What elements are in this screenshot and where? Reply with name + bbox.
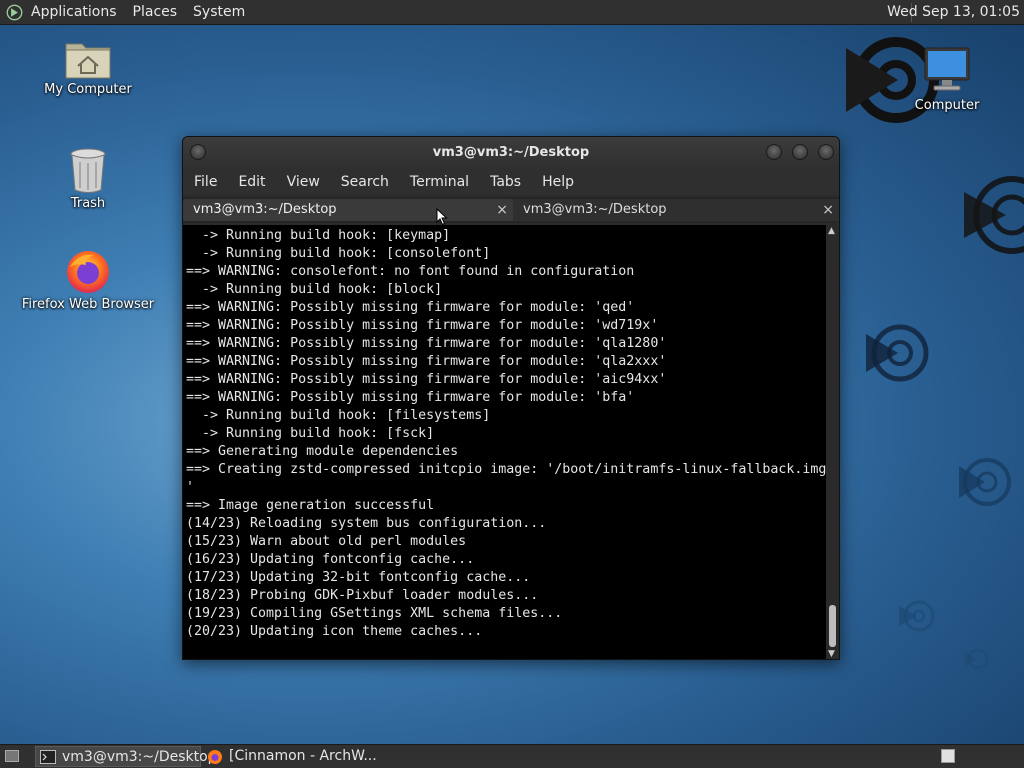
taskbar-item-label: vm3@vm3:~/Desktop [62,749,217,765]
terminal-lines: -> Running build hook: [keymap] -> Runni… [183,225,826,641]
terminal-line: (18/23) Probing GDK-Pixbuf loader module… [186,588,539,603]
terminal-line: -> Running build hook: [fsck] [186,426,435,441]
workspace-switcher[interactable] [941,749,955,763]
taskbar-item-terminal[interactable]: vm3@vm3:~/Desktop [35,746,217,767]
arch-logo-decoration [964,176,1024,254]
desktop-icon-label: Firefox Web Browser [21,297,155,312]
tab-label: vm3@vm3:~/Desktop [193,202,337,217]
terminal-line: ==> WARNING: Possibly missing firmware f… [186,318,659,333]
terminal-line: (14/23) Reloading system bus configurati… [186,516,547,531]
close-button[interactable] [818,144,834,160]
mouse-pointer-icon [436,208,448,226]
terminal-line: -> Running build hook: [filesystems] [186,408,491,423]
desktop-icon-trash[interactable]: Trash [13,146,163,211]
desktop-icon-my-computer[interactable]: My Computer [13,36,163,97]
tab-label: vm3@vm3:~/Desktop [523,202,667,217]
clock[interactable]: Wed Sep 13, 01:05 [887,0,1020,25]
menu-edit[interactable]: Edit [227,174,275,190]
terminal-line: ==> WARNING: Possibly missing firmware f… [186,354,667,369]
tab-bar: vm3@vm3:~/Desktop × vm3@vm3:~/Desktop × [183,197,839,223]
arch-logo-decoration [899,600,935,632]
menu-search[interactable]: Search [330,174,399,190]
terminal-line: ==> WARNING: consolefont: no font found … [186,264,635,279]
terminal-icon [40,750,56,764]
tab-close-icon[interactable]: × [496,199,508,221]
terminal-line: ==> WARNING: Possibly missing firmware f… [186,372,667,387]
system-menu[interactable]: System [185,0,253,25]
menu-file[interactable]: File [183,174,227,190]
arch-logo-decoration [965,648,989,670]
terminal-line: (20/23) Updating icon theme caches... [186,624,483,639]
applications-menu[interactable]: Applications [23,0,125,25]
terminal-line: ==> Image generation successful [186,498,435,513]
desktop-icon-label: My Computer [44,82,132,97]
menu-terminal[interactable]: Terminal [399,174,479,190]
top-panel: Applications Places System Wed Sep 13, 0… [0,0,1024,25]
computer-icon [924,47,970,91]
menu-view[interactable]: View [276,174,330,190]
desktop-icon-label: Trash [70,196,106,211]
terminal-line: (19/23) Compiling GSettings XML schema f… [186,606,563,621]
maximize-button[interactable] [792,144,808,160]
terminal-line: -> Running build hook: [consolefont] [186,246,491,261]
menu-help[interactable]: Help [531,174,584,190]
taskbar-item-label: [Cinnamon - ArchW... [229,748,377,764]
terminal-line: ==> Creating zstd-compressed initcpio im… [186,462,826,477]
tab-terminal-1[interactable]: vm3@vm3:~/Desktop × [183,199,513,221]
desktop-icon-firefox[interactable]: Firefox Web Browser [13,247,163,312]
minimize-button[interactable] [766,144,782,160]
desktop-icon-computer[interactable]: Computer [872,46,1022,113]
terminal-line: -> Running build hook: [block] [186,282,443,297]
window-title: vm3@vm3:~/Desktop [432,145,590,160]
tab-close-icon[interactable]: × [822,199,834,221]
terminal-line: ==> Generating module dependencies [186,444,459,459]
terminal-menubar: File Edit View Search Terminal Tabs Help [183,169,839,195]
scroll-up-arrow-icon[interactable]: ▲ [828,226,835,236]
places-menu[interactable]: Places [125,0,186,25]
trash-icon [70,148,106,193]
arch-logo-decoration [866,324,929,382]
menu-tabs[interactable]: Tabs [479,174,531,190]
terminal-line: (17/23) Updating 32-bit fontconfig cache… [186,570,531,585]
firefox-icon [208,750,222,764]
cinnamon-menu-icon[interactable] [6,4,23,21]
desktop-icon-label: Computer [914,98,980,113]
scroll-thumb[interactable] [829,605,836,647]
scroll-down-arrow-icon[interactable]: ▼ [828,649,835,659]
arch-logo-decoration [959,458,1011,506]
taskbar-item-firefox[interactable]: [Cinnamon - ArchW... [203,746,403,767]
window-titlebar[interactable]: vm3@vm3:~/Desktop [183,137,839,169]
show-desktop-button[interactable] [5,750,19,762]
tab-terminal-2[interactable]: vm3@vm3:~/Desktop × [513,199,839,221]
terminal-window[interactable]: vm3@vm3:~/Desktop File Edit View Search … [182,136,840,660]
terminal-output[interactable]: -> Running build hook: [keymap] -> Runni… [183,225,826,659]
terminal-line: ' [186,480,195,495]
home-folder-icon [65,43,111,79]
terminal-line: ==> WARNING: Possibly missing firmware f… [186,336,667,351]
terminal-line: (15/23) Warn about old perl modules [186,534,467,549]
terminal-scrollbar[interactable]: ▲ ▼ [826,225,839,659]
firefox-icon [67,251,109,293]
terminal-line: (16/23) Updating fontconfig cache... [186,552,475,567]
terminal-line: ==> WARNING: Possibly missing firmware f… [186,300,635,315]
terminal-line: -> Running build hook: [keymap] [186,228,451,243]
terminal-line: ==> WARNING: Possibly missing firmware f… [186,390,635,405]
bottom-panel: vm3@vm3:~/Desktop [Cinnamon - ArchW... [0,744,1024,768]
